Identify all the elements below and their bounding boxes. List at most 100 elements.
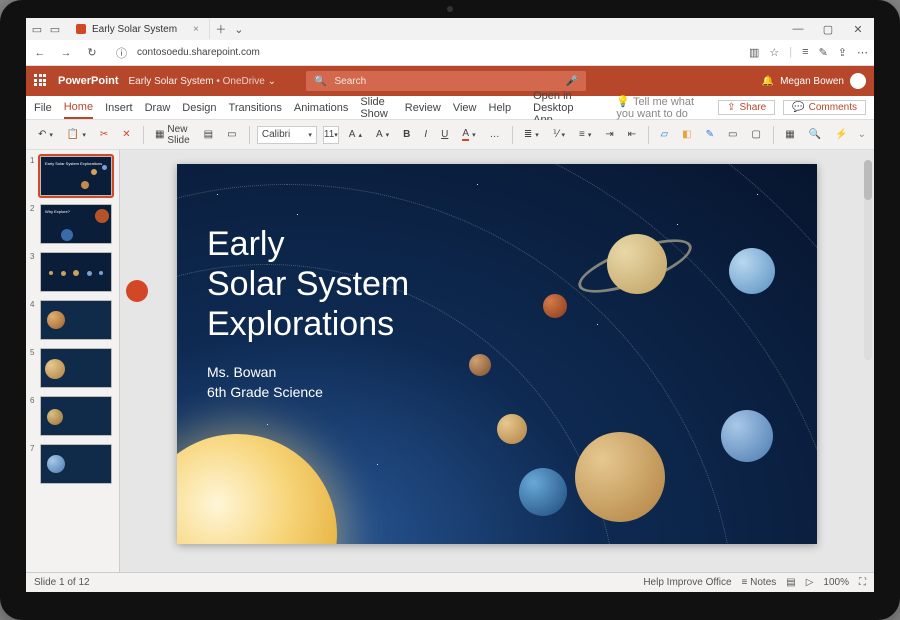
vertical-scrollbar[interactable]	[864, 160, 872, 360]
slide-thumbnail[interactable]: 2 Why Explore?	[32, 204, 113, 244]
tab-group-icon[interactable]: ▭	[30, 22, 44, 36]
find-button[interactable]: 🔍	[805, 124, 825, 146]
share-button[interactable]: ⇪ Share	[718, 100, 775, 115]
tab-transitions[interactable]: Transitions	[229, 98, 282, 118]
ribbon-chevron-icon[interactable]: ⌄	[858, 129, 866, 140]
quick-styles-button[interactable]: ✎	[702, 124, 718, 146]
more-browser-icon[interactable]: ⋯	[857, 46, 868, 59]
arrange-button[interactable]: ◧	[678, 124, 695, 146]
slide-thumbnail[interactable]: 5	[32, 348, 113, 388]
minimize-window-icon[interactable]: —	[786, 23, 810, 36]
app-launcher-icon[interactable]	[34, 74, 48, 88]
help-improve-link[interactable]: Help Improve Office	[643, 577, 731, 588]
bold-button[interactable]: B	[399, 124, 414, 146]
tab-file[interactable]: File	[34, 98, 52, 118]
url-text[interactable]: contosoedu.sharepoint.com	[137, 47, 260, 58]
slide-thumbnail[interactable]: 1 Early Solar System Explorations	[32, 156, 113, 196]
new-slide-button[interactable]: ▦ New Slide	[151, 124, 194, 146]
layout-button[interactable]: ▤	[200, 124, 217, 146]
close-tab-icon[interactable]: ×	[193, 24, 199, 35]
refresh-icon[interactable]: ↻	[84, 46, 100, 59]
normal-view-icon[interactable]: ▤	[786, 577, 795, 588]
slide-thumbnail[interactable]: 4	[32, 300, 113, 340]
highlight-button[interactable]: …	[486, 124, 504, 146]
browser-addressbar: ← → ↻ ⓘ contosoedu.sharepoint.com ▥ ☆ | …	[26, 40, 874, 66]
user-name[interactable]: Megan Bowen	[780, 76, 844, 87]
planet-graphic	[607, 234, 667, 294]
tab-home[interactable]: Home	[64, 97, 93, 119]
tab-help[interactable]: Help	[489, 98, 512, 118]
align-button[interactable]: ≡▾	[575, 124, 595, 146]
slide-position: Slide 1 of 12	[34, 577, 90, 588]
slide-thumbnail[interactable]: 7	[32, 444, 113, 484]
comments-button[interactable]: 💬 Comments	[783, 100, 866, 115]
doc-name[interactable]: Early Solar System • OneDrive ⌄	[129, 76, 277, 87]
planet-graphic	[575, 432, 665, 522]
slide-title[interactable]: Early Solar System Explorations	[207, 224, 409, 344]
dictate-button[interactable]: ⚡	[831, 124, 851, 146]
slide-thumbnails-panel[interactable]: 1 Early Solar System Explorations 2 Why …	[26, 150, 120, 572]
slideshow-view-icon[interactable]: ▷	[806, 577, 814, 588]
italic-button[interactable]: I	[420, 124, 431, 146]
decrease-font-button[interactable]: A▾	[372, 124, 393, 146]
font-size-select[interactable]: 11▾	[323, 126, 339, 144]
tab-actions-icon[interactable]: ⌄	[232, 22, 246, 36]
shape-fill-button[interactable]: ▭	[724, 124, 741, 146]
notes-button[interactable]: ≡ Notes	[742, 577, 777, 588]
hub-icon[interactable]: ≡	[802, 46, 808, 59]
tab-design[interactable]: Design	[182, 98, 216, 118]
undo-button[interactable]: ↶▾	[34, 124, 57, 146]
avatar[interactable]	[850, 73, 866, 89]
zoom-level[interactable]: 100%	[823, 577, 849, 588]
app-name: PowerPoint	[58, 75, 119, 87]
chevron-down-icon[interactable]: ⌄	[268, 76, 276, 87]
shapes-button[interactable]: ▱	[656, 124, 672, 146]
maximize-window-icon[interactable]: ▢	[816, 23, 840, 36]
notifications-icon[interactable]: 🔔	[762, 76, 774, 87]
delete-button[interactable]: ✕	[118, 124, 134, 146]
close-window-icon[interactable]: ✕	[846, 23, 870, 36]
tab-group-icon-2[interactable]: ▭	[48, 22, 62, 36]
tab-animations[interactable]: Animations	[294, 98, 348, 118]
paste-button[interactable]: 📋▾	[63, 124, 90, 146]
tab-draw[interactable]: Draw	[145, 98, 171, 118]
slide-thumbnail[interactable]: 6	[32, 396, 113, 436]
tablet-camera	[447, 6, 453, 12]
tab-insert[interactable]: Insert	[105, 98, 133, 118]
tab-view[interactable]: View	[453, 98, 477, 118]
forward-icon[interactable]: →	[58, 47, 74, 59]
reset-button[interactable]: ▭	[223, 124, 240, 146]
app-header: PowerPoint Early Solar System • OneDrive…	[26, 66, 874, 96]
cut-button[interactable]: ✂	[96, 124, 112, 146]
planet-graphic	[497, 414, 527, 444]
favorite-icon[interactable]: ☆	[769, 46, 779, 59]
slide-thumbnail[interactable]: 3	[32, 252, 113, 292]
back-icon[interactable]: ←	[32, 47, 48, 59]
tab-slideshow[interactable]: Slide Show	[360, 92, 392, 124]
powerpoint-favicon	[76, 24, 86, 34]
tab-review[interactable]: Review	[405, 98, 441, 118]
increase-font-button[interactable]: A▴	[345, 124, 366, 146]
ribbon-controls: ↶▾ 📋▾ ✂ ✕ ▦ New Slide ▤ ▭ Calibri▾ 11▾ A…	[26, 120, 874, 150]
numbering-button[interactable]: ⅟▾	[549, 124, 569, 146]
slide-subtitle[interactable]: Ms. Bowan 6th Grade Science	[207, 362, 323, 402]
font-color-button[interactable]: A▾	[458, 124, 479, 146]
laser-pointer-icon[interactable]	[126, 280, 148, 302]
site-info-icon[interactable]: ⓘ	[116, 45, 127, 61]
planet-graphic	[469, 354, 491, 376]
share-browser-icon[interactable]: ⇪	[838, 46, 847, 59]
indent-less-button[interactable]: ⇤	[624, 124, 640, 146]
new-tab-icon[interactable]: ＋	[214, 22, 228, 36]
notes-icon[interactable]: ✎	[819, 46, 828, 59]
bullets-button[interactable]: ≣▾	[520, 124, 543, 146]
browser-tab[interactable]: Early Solar System ×	[66, 19, 210, 39]
slide-canvas[interactable]: Early Solar System Explorations Ms. Bowa…	[177, 164, 817, 544]
indent-more-button[interactable]: ⇥	[601, 124, 617, 146]
underline-button[interactable]: U	[437, 124, 452, 146]
fit-to-window-icon[interactable]: ⛶	[859, 577, 866, 588]
font-name-select[interactable]: Calibri▾	[257, 126, 317, 144]
design-ideas-button[interactable]: ▦	[781, 124, 798, 146]
reading-view-icon[interactable]: ▥	[749, 46, 759, 59]
planet-graphic	[519, 468, 567, 516]
shape-outline-button[interactable]: ▢	[747, 124, 764, 146]
